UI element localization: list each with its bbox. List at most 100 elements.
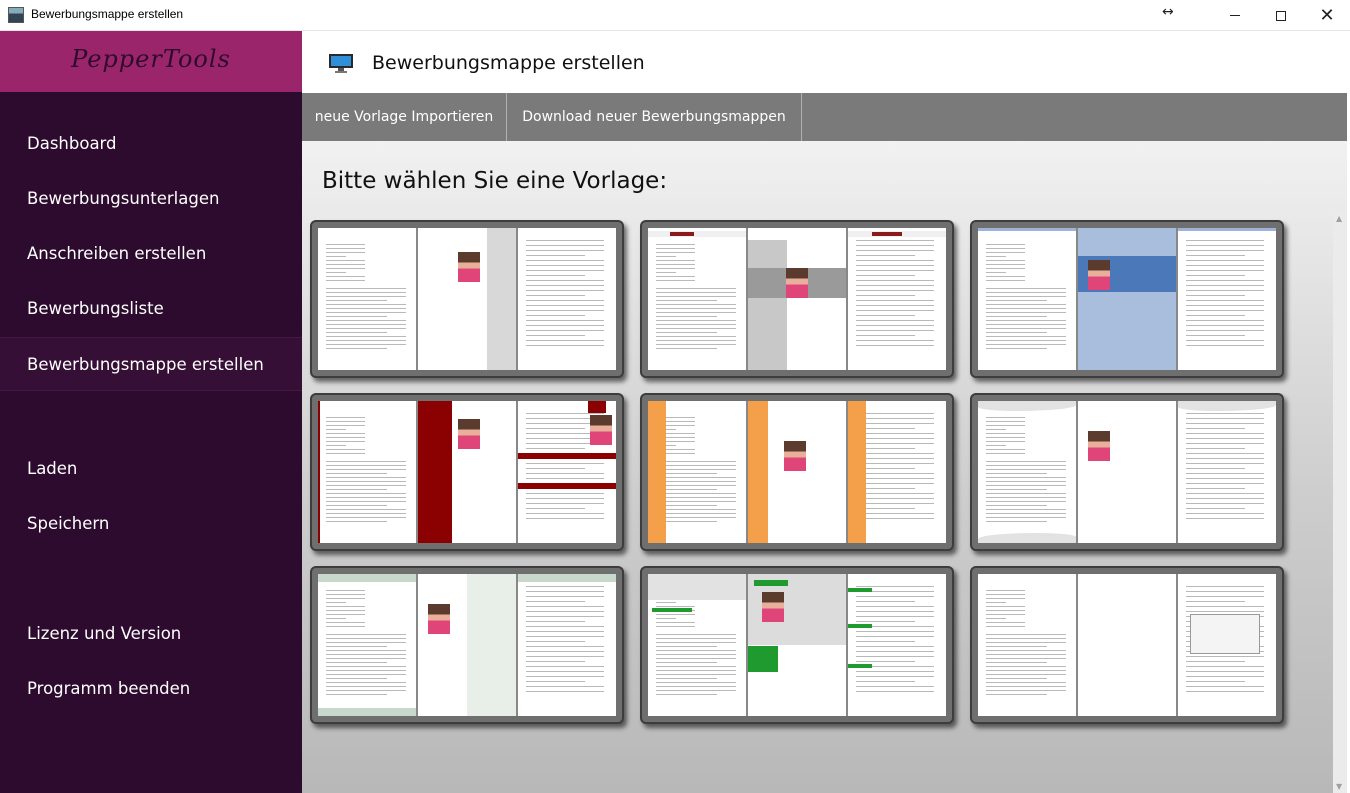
- template-tile[interactable]: [970, 220, 1284, 378]
- text-line: [326, 328, 407, 329]
- text-line: [856, 473, 935, 474]
- text-line: [656, 602, 676, 603]
- text-line: [856, 250, 935, 251]
- text-line: [526, 606, 605, 607]
- text-line: [656, 461, 737, 462]
- text-line: [1186, 498, 1265, 499]
- letter-page: [318, 574, 416, 716]
- text-line: [656, 509, 737, 510]
- template-tile[interactable]: [310, 566, 624, 724]
- text-line: [326, 300, 387, 301]
- text-line: [326, 260, 366, 261]
- cv-page: [518, 574, 616, 716]
- text-line: [326, 485, 407, 486]
- sidebar-item-dashboard[interactable]: Dashboard: [0, 117, 302, 171]
- text-line: [1186, 691, 1265, 692]
- text-line: [526, 290, 605, 291]
- text-line: [856, 325, 935, 326]
- text-line: [656, 292, 737, 293]
- template-tile[interactable]: [640, 220, 954, 378]
- template-tile[interactable]: [640, 393, 954, 551]
- template-tile[interactable]: [310, 393, 624, 551]
- text-line: [856, 671, 935, 672]
- text-line: [326, 292, 407, 293]
- text-line: [1186, 270, 1265, 271]
- scroll-up-icon[interactable]: ▲: [1336, 214, 1342, 223]
- text-line: [856, 631, 935, 632]
- text-line: [986, 308, 1067, 309]
- sidebar-item-anschreiben[interactable]: Anschreiben erstellen: [0, 227, 302, 281]
- resize-icon[interactable]: ↔: [1162, 4, 1174, 20]
- text-line: [986, 453, 1026, 454]
- template-tile[interactable]: [970, 566, 1284, 724]
- text-line: [856, 245, 935, 246]
- sidebar-item-speichern[interactable]: Speichern: [0, 497, 302, 551]
- text-line: [856, 691, 935, 692]
- minimize-button[interactable]: [1212, 0, 1258, 31]
- text-line: [526, 651, 605, 652]
- cv-page: [1178, 574, 1276, 716]
- text-line: [856, 340, 935, 341]
- sidebar-item-bewerbungsliste[interactable]: Bewerbungsliste: [0, 282, 302, 336]
- text-line: [1186, 240, 1265, 241]
- sidebar-item-laden[interactable]: Laden: [0, 442, 302, 496]
- text-line: [656, 650, 737, 651]
- text-line: [1186, 453, 1265, 454]
- text-line: [856, 260, 935, 261]
- text-line: [986, 674, 1067, 675]
- sidebar-item-bewerbungsunterlagen[interactable]: Bewerbungsunterlagen: [0, 172, 302, 226]
- text-line: [526, 631, 605, 632]
- template-tile[interactable]: [310, 220, 624, 378]
- scroll-down-icon[interactable]: ▼: [1336, 782, 1342, 791]
- maximize-button[interactable]: [1258, 0, 1304, 31]
- text-line: [656, 646, 717, 647]
- cover-page: [418, 401, 516, 543]
- text-line: [526, 508, 585, 509]
- text-line: [326, 594, 366, 595]
- text-line: [986, 594, 1026, 595]
- portrait-photo: [458, 252, 480, 282]
- sidebar-item-bewerbungsmappe[interactable]: Bewerbungsmappe erstellen: [0, 337, 302, 391]
- text-line: [656, 324, 737, 325]
- logo-area: PepperTools: [0, 31, 302, 92]
- text-line: [656, 316, 717, 317]
- close-button[interactable]: ✕: [1304, 0, 1350, 31]
- text-line: [856, 596, 935, 597]
- color-accent: [518, 453, 616, 459]
- text-line: [1186, 513, 1265, 514]
- text-line: [326, 505, 387, 506]
- window-titlebar: Bewerbungsmappe erstellen ↔ ✕: [0, 0, 1350, 31]
- text-line: [526, 315, 585, 316]
- sidebar-item-beenden[interactable]: Programm beenden: [0, 662, 302, 716]
- text-line: [656, 276, 696, 277]
- text-line: [986, 634, 1067, 635]
- text-line: [526, 413, 605, 414]
- text-line: [856, 656, 935, 657]
- text-line: [656, 296, 737, 297]
- text-line: [856, 676, 935, 677]
- text-line: [326, 276, 366, 277]
- text-line: [656, 517, 737, 518]
- template-tile[interactable]: [970, 393, 1284, 551]
- text-line: [656, 320, 737, 321]
- color-accent: [754, 580, 788, 586]
- import-template-button[interactable]: neue Vorlage Importieren: [302, 93, 507, 141]
- text-line: [326, 324, 407, 325]
- vertical-scrollbar[interactable]: ▲ ▼: [1333, 212, 1347, 793]
- download-templates-button[interactable]: Download neuer Bewerbungsmappen: [507, 93, 802, 141]
- text-line: [526, 275, 585, 276]
- text-line: [986, 513, 1067, 514]
- sidebar-item-lizenz[interactable]: Lizenz und Version: [0, 607, 302, 661]
- color-accent: [1178, 401, 1276, 411]
- text-line: [326, 654, 407, 655]
- cv-page: [1178, 228, 1276, 370]
- portrait-photo: [590, 415, 612, 445]
- text-line: [656, 248, 696, 249]
- text-line: [526, 681, 585, 682]
- text-line: [326, 453, 366, 454]
- text-line: [856, 423, 935, 424]
- text-line: [1186, 493, 1265, 494]
- template-tile[interactable]: [640, 566, 954, 724]
- text-line: [856, 305, 935, 306]
- text-line: [986, 670, 1067, 671]
